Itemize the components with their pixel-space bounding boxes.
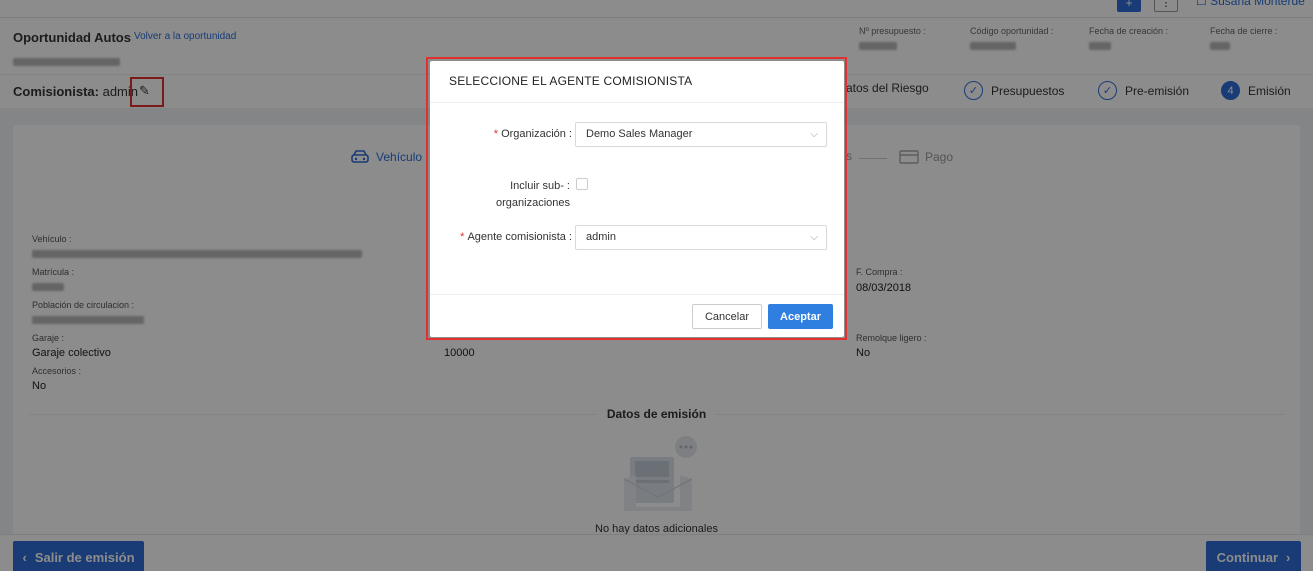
dialog-footer-divider	[430, 294, 844, 295]
cancel-button[interactable]: Cancelar	[692, 304, 762, 329]
organization-select[interactable]: Demo Sales Manager ⌵	[575, 122, 827, 147]
required-marker: *	[493, 128, 499, 140]
organization-label: * Organización :	[493, 128, 572, 140]
dialog-title: SELECCIONE EL AGENTE COMISIONISTA	[449, 74, 693, 88]
accept-button[interactable]: Aceptar	[768, 304, 833, 329]
dialog-header-divider	[430, 102, 844, 103]
commission-agent-label: * Agente comisionista :	[460, 231, 572, 243]
chevron-down-icon: ⌵	[810, 129, 818, 140]
include-suborganizations-checkbox[interactable]	[576, 178, 588, 190]
commission-agent-select[interactable]: admin ⌵	[575, 225, 827, 250]
select-commission-agent-dialog: SELECCIONE EL AGENTE COMISIONISTA * Organ…	[430, 61, 844, 337]
required-marker: *	[460, 231, 465, 243]
include-suborganizations-label: Incluir sub- : organizaciones	[496, 180, 570, 209]
chevron-down-icon: ⌵	[810, 232, 818, 243]
